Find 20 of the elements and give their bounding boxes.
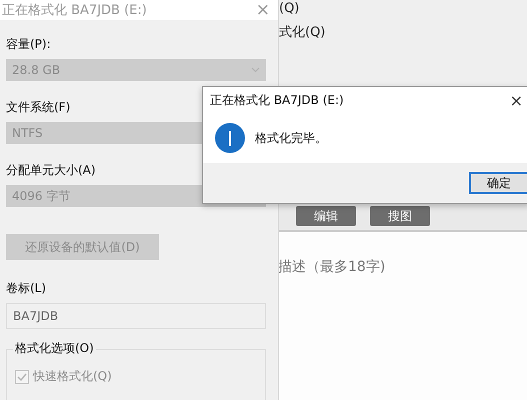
field-label: 文件系统(F) xyxy=(6,99,70,116)
field-label: 卷标(L) xyxy=(6,280,46,297)
description-field[interactable]: 描述（最多18字) xyxy=(276,232,527,400)
option-label: 式化(Q) xyxy=(278,24,326,42)
toolbar-button[interactable]: 搜图 xyxy=(370,206,430,226)
close-button[interactable]: × xyxy=(256,0,270,20)
description-placeholder: 描述（最多18字) xyxy=(278,259,386,275)
input-field[interactable]: BA7JDB xyxy=(6,303,266,329)
chevron-down-icon xyxy=(251,67,260,73)
close-button[interactable]: × xyxy=(510,90,523,110)
window-title: 正在格式化 BA7JDB (E:) xyxy=(2,2,147,19)
ok-button[interactable]: 确定 xyxy=(469,172,527,194)
option-label: (Q) xyxy=(278,0,300,18)
toolbar-button[interactable]: 编辑 xyxy=(296,206,356,226)
checkbox-label: 快速格式化(Q) xyxy=(33,368,112,385)
window-title: 正在格式化 BA7JDB (E:) xyxy=(210,92,344,108)
field-label: 分配单元大小(A) xyxy=(6,162,96,179)
info-icon xyxy=(215,123,245,153)
group-title: 格式化选项(O) xyxy=(13,340,96,357)
field-label: 容量(P): xyxy=(6,36,51,53)
